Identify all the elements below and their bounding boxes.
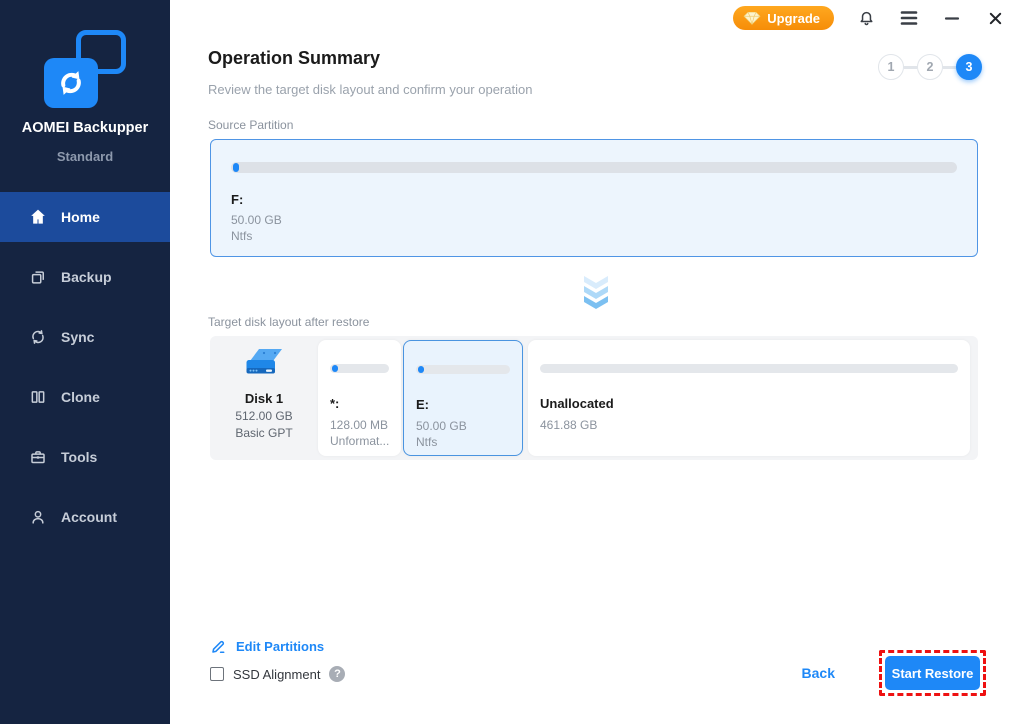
sync-icon bbox=[28, 327, 48, 347]
page-title: Operation Summary bbox=[208, 48, 381, 68]
backup-icon bbox=[28, 267, 48, 287]
ssd-alignment-checkbox[interactable] bbox=[210, 667, 224, 681]
app-window: AOMEI Backupper Standard Home Backup Syn… bbox=[0, 0, 1019, 724]
menu-icon[interactable] bbox=[898, 7, 920, 29]
account-icon bbox=[28, 507, 48, 527]
upgrade-button[interactable]: Upgrade bbox=[733, 6, 834, 30]
home-icon bbox=[28, 207, 48, 227]
titlebar: Upgrade bbox=[170, 0, 1019, 36]
partition-usage-fill bbox=[332, 365, 338, 372]
restore-direction-chevrons-icon bbox=[583, 276, 609, 315]
sidebar-item-tools[interactable]: Tools bbox=[0, 432, 170, 482]
sidebar-item-label: Clone bbox=[61, 389, 100, 405]
step-2: 2 bbox=[917, 54, 943, 80]
source-partition-fs: Ntfs bbox=[231, 229, 253, 243]
app-edition: Standard bbox=[56, 149, 114, 164]
partition-name: E: bbox=[416, 397, 429, 412]
clone-icon bbox=[28, 387, 48, 407]
sidebar-nav: Home Backup Sync Clone Tools Account bbox=[0, 192, 170, 552]
upgrade-label: Upgrade bbox=[767, 10, 820, 26]
step-connector bbox=[904, 65, 917, 69]
source-partition-label: Source Partition bbox=[208, 118, 294, 132]
sidebar-item-clone[interactable]: Clone bbox=[0, 372, 170, 422]
target-layout-label: Target disk layout after restore bbox=[208, 315, 370, 329]
source-usage-fill bbox=[233, 163, 239, 172]
sidebar-item-home[interactable]: Home bbox=[0, 192, 170, 242]
app-logo bbox=[44, 30, 126, 108]
source-partition-panel[interactable]: F: 50.00 GB Ntfs bbox=[210, 139, 978, 257]
partition-name: *: bbox=[330, 396, 340, 411]
step-connector bbox=[943, 65, 956, 69]
sidebar-item-label: Home bbox=[61, 209, 100, 225]
partition-size: 128.00 MB bbox=[330, 418, 389, 432]
partition-fs: Ntfs bbox=[416, 435, 438, 449]
step-3-active: 3 bbox=[956, 54, 982, 80]
partition-name: Unallocated bbox=[540, 396, 614, 411]
partition-usage-fill bbox=[418, 366, 424, 373]
target-disk-panel: Disk 1 512.00 GB Basic GPT *: 128.00 MB … bbox=[210, 336, 978, 460]
minimize-icon[interactable] bbox=[941, 7, 963, 29]
sidebar: AOMEI Backupper Standard Home Backup Syn… bbox=[0, 0, 170, 724]
disk-name: Disk 1 bbox=[244, 391, 284, 406]
source-partition-name: F: bbox=[231, 192, 244, 207]
edit-partitions-label: Edit Partitions bbox=[236, 639, 325, 654]
disk-icon bbox=[242, 344, 286, 387]
source-usage-bar bbox=[231, 162, 957, 173]
partition-usage-bar bbox=[540, 364, 958, 373]
logo-sync-icon bbox=[44, 58, 98, 108]
step-1: 1 bbox=[878, 54, 904, 80]
gem-icon bbox=[743, 11, 761, 25]
target-partition-unallocated[interactable]: Unallocated 461.88 GB bbox=[528, 340, 970, 456]
target-disk-info[interactable]: Disk 1 512.00 GB Basic GPT bbox=[210, 336, 318, 460]
back-button[interactable]: Back bbox=[802, 665, 835, 681]
bell-icon[interactable] bbox=[855, 7, 877, 29]
partition-size: 461.88 GB bbox=[540, 418, 598, 432]
target-partition-e-selected[interactable]: E: 50.00 GB Ntfs bbox=[403, 340, 523, 456]
partition-usage-bar bbox=[416, 365, 510, 374]
close-icon[interactable] bbox=[984, 7, 1006, 29]
sidebar-item-backup[interactable]: Backup bbox=[0, 252, 170, 302]
sidebar-item-account[interactable]: Account bbox=[0, 492, 170, 542]
partition-usage-bar bbox=[330, 364, 389, 373]
partition-size: 50.00 GB bbox=[416, 419, 467, 433]
page-subtitle: Review the target disk layout and confir… bbox=[208, 82, 533, 97]
ssd-alignment-row: SSD Alignment ? bbox=[210, 666, 346, 682]
sidebar-item-label: Backup bbox=[61, 269, 112, 285]
app-name: AOMEI Backupper bbox=[21, 120, 149, 136]
source-partition-size: 50.00 GB bbox=[231, 213, 282, 227]
ssd-alignment-label: SSD Alignment bbox=[233, 666, 321, 682]
help-icon[interactable]: ? bbox=[329, 666, 346, 682]
sidebar-item-label: Account bbox=[61, 509, 117, 525]
sidebar-item-label: Sync bbox=[61, 329, 95, 345]
start-restore-highlight: Start Restore bbox=[879, 650, 986, 696]
target-partition-star[interactable]: *: 128.00 MB Unformat... bbox=[318, 340, 401, 456]
start-restore-button[interactable]: Start Restore bbox=[885, 656, 980, 690]
pencil-icon bbox=[210, 638, 227, 655]
edit-partitions-link[interactable]: Edit Partitions bbox=[210, 638, 324, 655]
tools-icon bbox=[28, 447, 48, 467]
sidebar-item-sync[interactable]: Sync bbox=[0, 312, 170, 362]
disk-size: 512.00 GB bbox=[235, 409, 293, 423]
partition-fs: Unformat... bbox=[330, 434, 390, 448]
disk-type: Basic GPT bbox=[235, 426, 293, 440]
sidebar-item-label: Tools bbox=[61, 449, 98, 465]
step-indicator: 1 2 3 bbox=[878, 54, 982, 80]
